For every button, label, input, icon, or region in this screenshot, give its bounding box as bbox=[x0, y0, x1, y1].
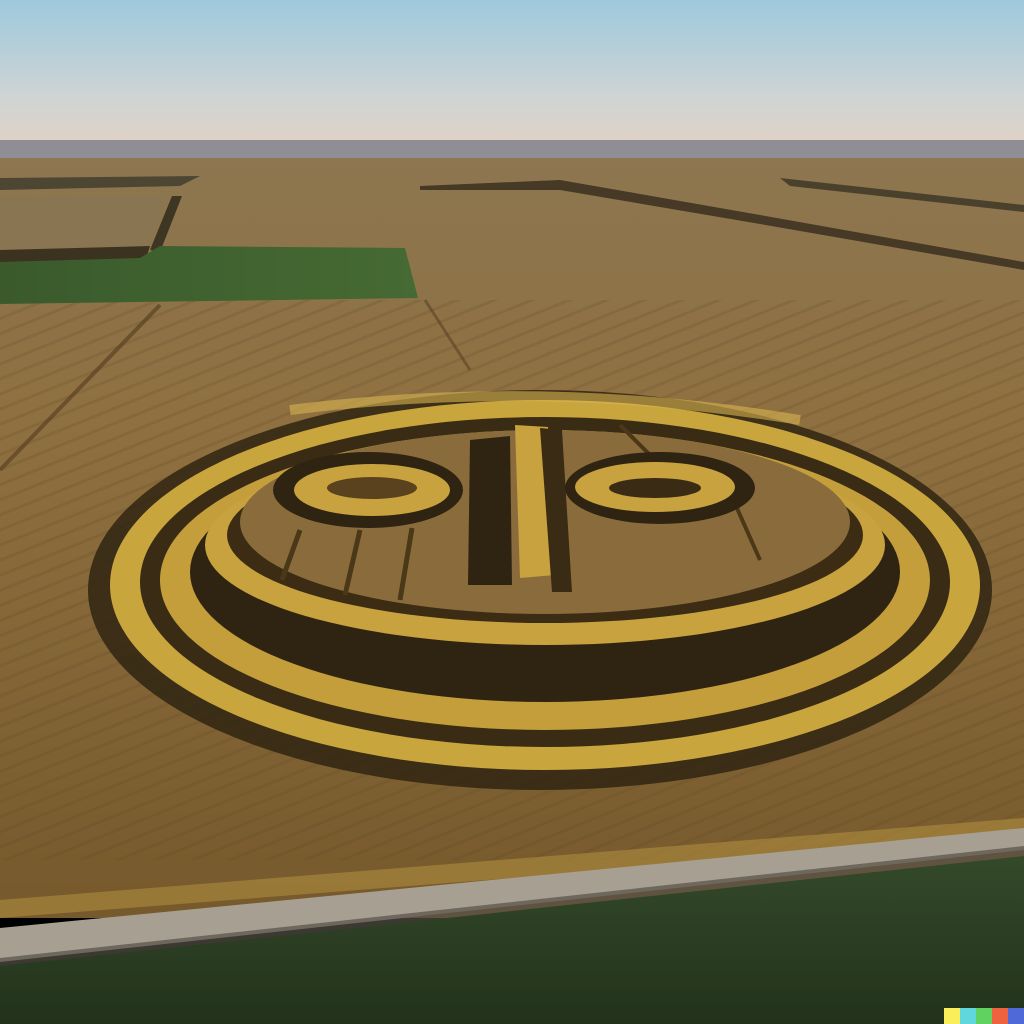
watermark-swatch bbox=[960, 1008, 976, 1024]
left-eye bbox=[273, 452, 463, 528]
generator-watermark bbox=[944, 1008, 1024, 1024]
watermark-swatch bbox=[992, 1008, 1008, 1024]
watermark-swatch bbox=[1008, 1008, 1024, 1024]
nose bbox=[468, 425, 572, 592]
right-eye bbox=[565, 452, 755, 524]
far-field-left bbox=[0, 195, 165, 255]
watermark-swatch bbox=[944, 1008, 960, 1024]
crop-circle-face bbox=[88, 390, 992, 790]
aerial-field-scene bbox=[0, 0, 1024, 1024]
watermark-swatch bbox=[976, 1008, 992, 1024]
sky bbox=[0, 0, 1024, 150]
